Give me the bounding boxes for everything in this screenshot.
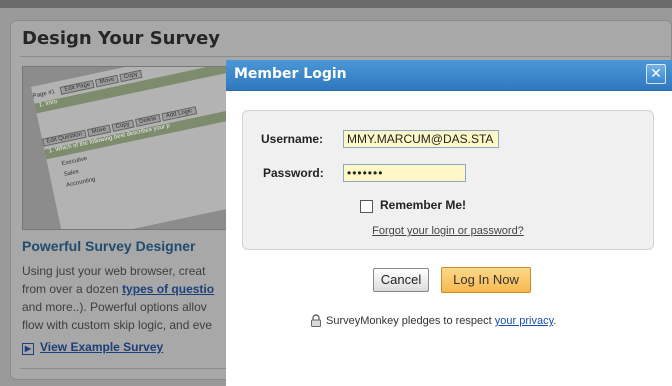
pledge-text: SurveyMonkey pledges to respect xyxy=(326,315,495,327)
login-form: Username: MMY.MARCUM@DAS.STA Password: •… xyxy=(242,110,654,250)
play-arrow-icon: ▶ xyxy=(22,343,34,355)
section-subheading: Powerful Survey Designer xyxy=(22,238,196,254)
remember-me-label[interactable]: Remember Me! xyxy=(380,198,466,212)
description-line: from over a dozen types of questio xyxy=(22,282,215,296)
description-line: and more..). Powerful options allov xyxy=(22,300,207,314)
remember-me-checkbox[interactable] xyxy=(360,200,373,213)
cancel-button[interactable]: Cancel xyxy=(373,268,429,292)
survey-designer-preview-image: Page #1 Edit PageMoveCopy 1. Intro Edit … xyxy=(22,66,230,230)
close-icon[interactable]: ✕ xyxy=(646,64,666,84)
username-label: Username: xyxy=(261,132,324,146)
member-login-dialog: Member Login ✕ Username: MMY.MARCUM@DAS.… xyxy=(226,60,672,386)
pledge-end: . xyxy=(553,315,557,327)
privacy-pledge: SurveyMonkey pledges to respect your pri… xyxy=(310,314,556,330)
dialog-header: Member Login ✕ xyxy=(226,60,672,91)
section-description: Using just your web browser, creat from … xyxy=(22,262,230,334)
description-line: flow with custom skip logic, and eve xyxy=(22,318,213,332)
log-in-now-button[interactable]: Log In Now xyxy=(441,267,531,293)
question-types-link[interactable]: types of questio xyxy=(122,282,214,296)
password-label: Password: xyxy=(263,166,324,180)
divider xyxy=(20,368,230,369)
password-input[interactable]: ••••••• xyxy=(343,164,466,182)
privacy-link[interactable]: your privacy xyxy=(495,315,553,327)
page-title: Design Your Survey xyxy=(22,28,221,49)
username-input[interactable]: MMY.MARCUM@DAS.STA xyxy=(343,130,499,148)
image-page-label: Page #1 xyxy=(32,89,56,100)
lock-icon xyxy=(310,314,322,330)
forgot-login-link[interactable]: Forgot your login or password? xyxy=(243,225,653,237)
view-example-survey-link[interactable]: ▶ View Example Survey xyxy=(22,340,163,355)
divider xyxy=(20,56,670,57)
description-line: Using just your web browser, creat xyxy=(22,264,206,278)
dialog-title: Member Login xyxy=(234,66,347,82)
